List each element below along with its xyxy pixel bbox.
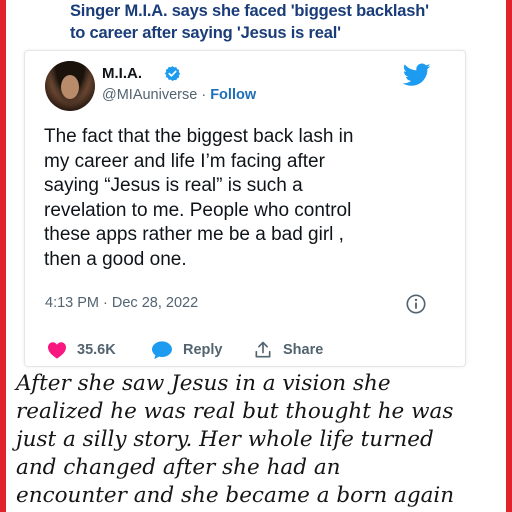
follow-button[interactable]: Follow: [210, 87, 256, 103]
avatar-face: [61, 75, 79, 99]
display-name[interactable]: M.I.A.: [102, 65, 142, 82]
headline-line-1: Singer M.I.A. says she faced 'biggest ba…: [70, 2, 429, 20]
share-button[interactable]: Share: [253, 339, 323, 361]
user-handle[interactable]: @MIAuniverse: [102, 87, 197, 103]
caption-line: and changed after she had an: [16, 455, 341, 480]
twitter-bird-icon[interactable]: [403, 63, 431, 87]
share-label: Share: [283, 342, 324, 358]
handle-separator: ·: [197, 87, 211, 103]
caption-line: just a silly story. Her whole life turne…: [16, 427, 434, 452]
tweet-text-line: The fact that the biggest back lash in: [44, 126, 354, 147]
verified-badge-icon: [164, 66, 181, 81]
tweet-text-line: my career and life I’m facing after: [44, 150, 325, 172]
reply-label: Reply: [183, 342, 223, 358]
handle-row: @MIAuniverse · Follow: [102, 87, 256, 103]
tweet-timestamp[interactable]: 4:13 PM · Dec 28, 2022: [45, 295, 198, 311]
tweet-text-line: revelation to me. People who control: [44, 199, 352, 221]
tweet-text-line: saying “Jesus is real” is such a: [44, 175, 303, 196]
tweet-text-line: these apps rather me be a bad girl ,: [44, 224, 344, 245]
heart-icon: [48, 342, 66, 359]
like-button[interactable]: 35.6K: [47, 339, 116, 361]
caption-line: realized he was real but thought he was: [16, 399, 454, 424]
news-headline-banner: Singer M.I.A. says she faced 'biggest ba…: [0, 0, 512, 44]
caption-line: After she saw Jesus in a vision she: [16, 371, 391, 396]
news-headline: Singer M.I.A. says she faced 'biggest ba…: [70, 0, 490, 44]
reply-button[interactable]: Reply: [151, 339, 223, 361]
headline-line-2: to career after saying 'Jesus is real': [70, 24, 341, 42]
avatar[interactable]: [45, 61, 95, 111]
tweet-card: M.I.A. @MIAuniverse · Follow The fact th…: [24, 50, 466, 367]
info-icon[interactable]: [405, 293, 427, 315]
tweet-text-line: then a good one.: [44, 248, 187, 270]
like-count: 35.6K: [77, 342, 116, 358]
tweet-action-bar: 35.6K Reply Share: [47, 339, 447, 361]
caption-text: After she saw Jesus in a vision she real…: [16, 370, 506, 510]
share-upload-icon: [255, 341, 271, 358]
caption-line: encounter and she became a born again: [16, 483, 455, 508]
speech-bubble-icon: [152, 341, 172, 360]
tweet-text: The fact that the biggest back lash in m…: [44, 125, 454, 272]
